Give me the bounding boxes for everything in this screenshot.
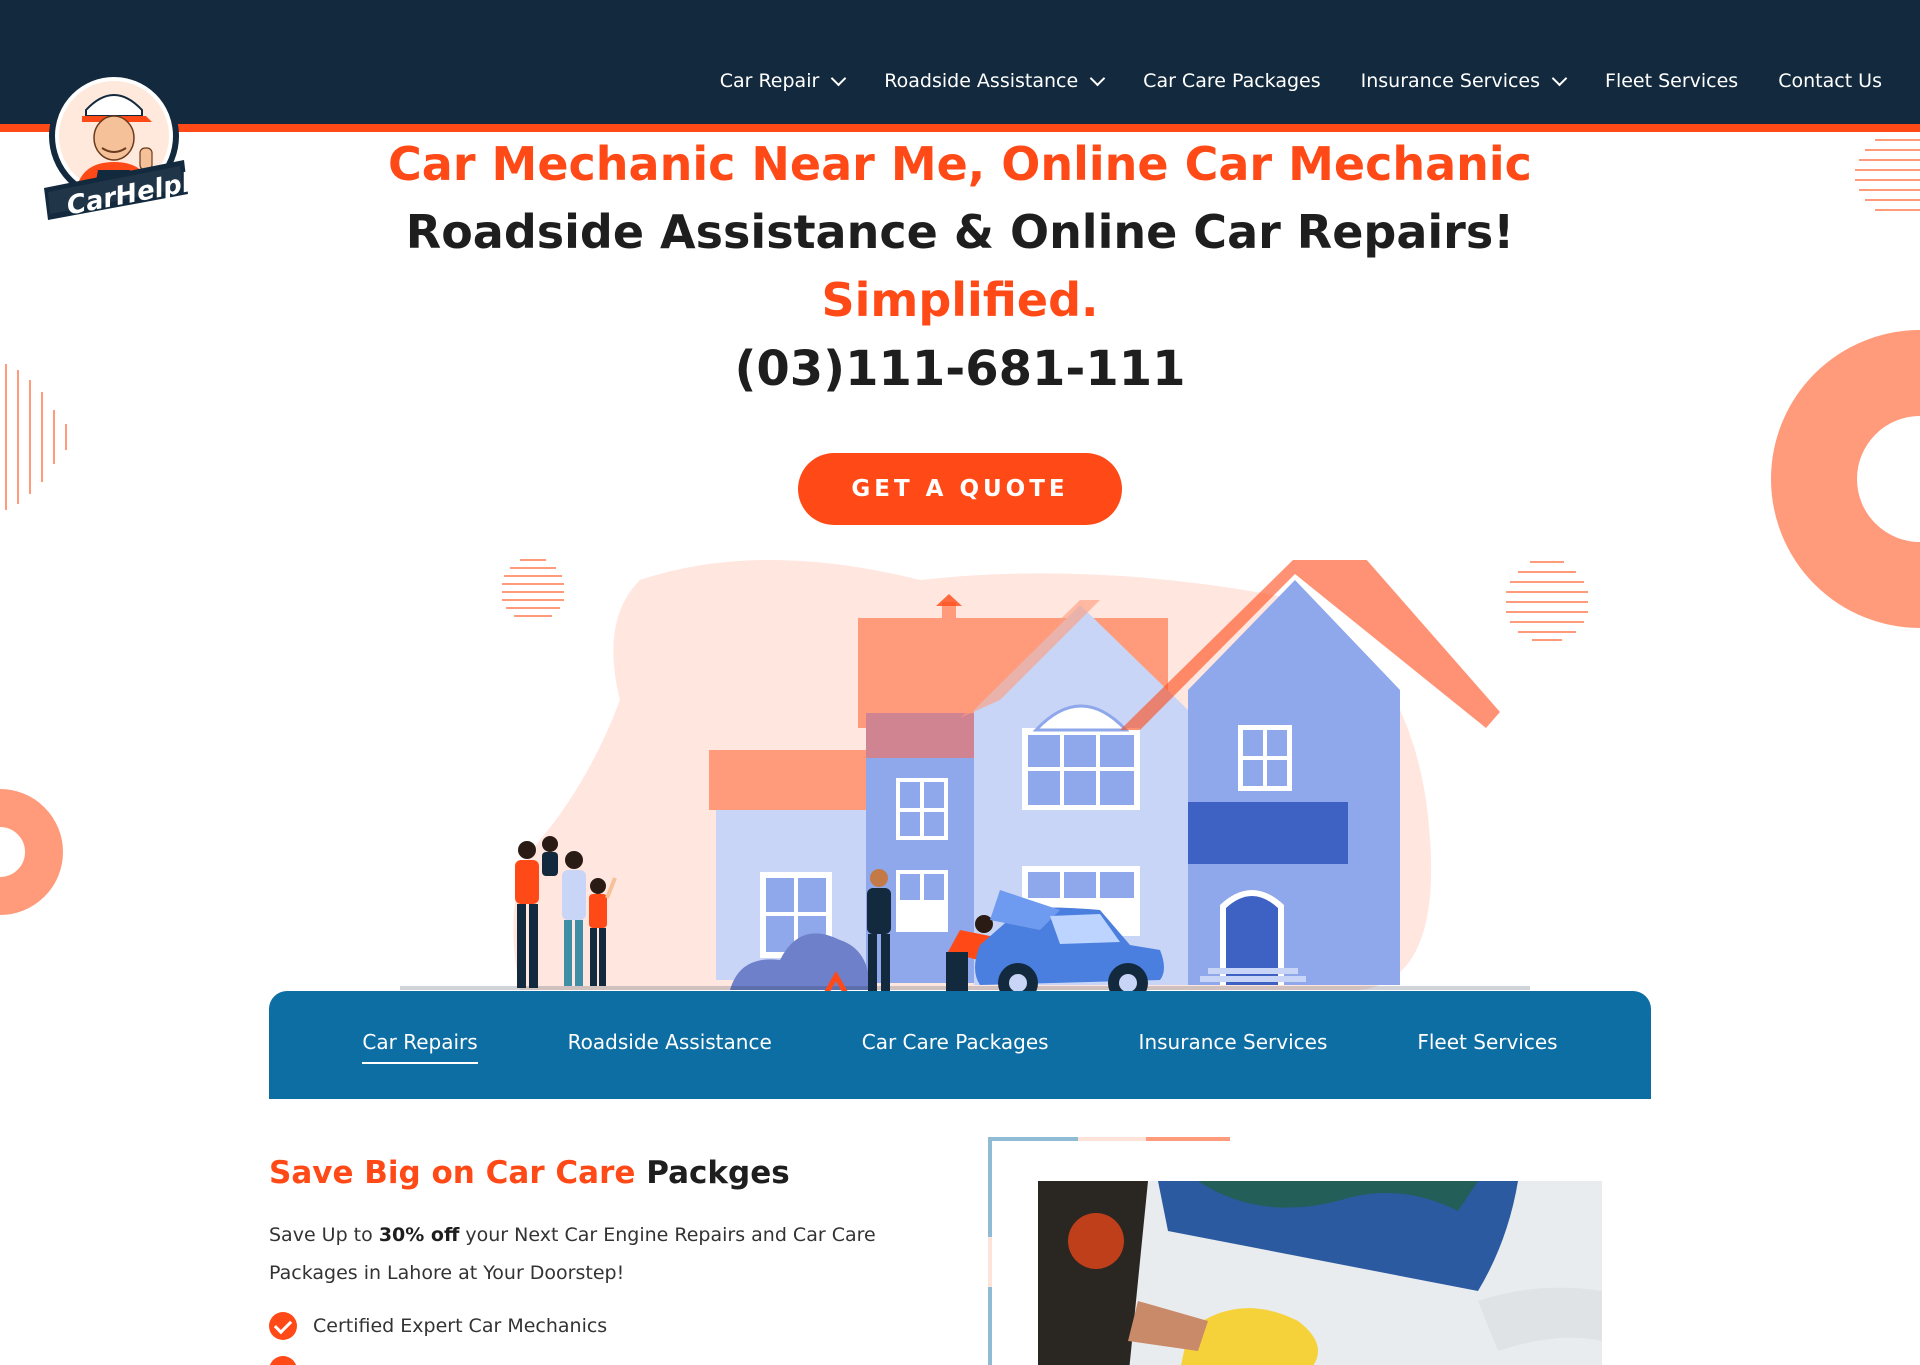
section-title-rest: Packges — [646, 1155, 790, 1191]
desc-prefix: Save Up to — [269, 1224, 379, 1246]
chevron-down-icon — [1551, 70, 1568, 86]
hero-phone-number[interactable]: (03)111-681-111 — [0, 334, 1920, 404]
tab-fleet-services[interactable]: Fleet Services — [1417, 1030, 1557, 1060]
top-navigation-bar — [0, 0, 1920, 124]
hero-line-2: Roadside Assistance & Online Car Repairs… — [405, 205, 1515, 259]
feature-item-partial — [269, 1356, 313, 1365]
get-a-quote-button[interactable]: GET A QUOTE — [798, 453, 1122, 525]
hero-house-illustration — [400, 560, 1530, 1009]
main-navigation: Car Repair Roadside Assistance Car Care … — [680, 70, 1882, 92]
tab-insurance-services[interactable]: Insurance Services — [1139, 1030, 1328, 1060]
hero-line-1: Car Mechanic Near Me, Online Car Mechani… — [388, 137, 1532, 191]
tab-roadside-assistance[interactable]: Roadside Assistance — [568, 1030, 772, 1060]
nav-item-insurance-services[interactable]: Insurance Services — [1360, 70, 1568, 92]
service-tabs: Car Repairs Roadside Assistance Car Care… — [269, 991, 1651, 1099]
car-washing-photo — [1038, 1181, 1602, 1365]
section-description: Save Up to 30% off your Next Car Engine … — [269, 1216, 889, 1292]
nav-label: Roadside Assistance — [884, 70, 1079, 92]
section-title-highlight: Save Big on Car Care — [269, 1155, 636, 1191]
nav-label: Contact Us — [1778, 70, 1882, 92]
nav-item-car-care-packages[interactable]: Car Care Packages — [1143, 70, 1320, 92]
feature-item: Certified Expert Car Mechanics — [269, 1312, 607, 1340]
check-circle-icon — [269, 1356, 297, 1365]
feature-label: Certified Expert Car Mechanics — [313, 1315, 608, 1337]
nav-item-fleet-services[interactable]: Fleet Services — [1605, 70, 1738, 92]
tab-car-care-packages[interactable]: Car Care Packages — [862, 1030, 1049, 1060]
nav-item-roadside-assistance[interactable]: Roadside Assistance — [884, 70, 1106, 92]
nav-label: Car Repair — [719, 70, 820, 92]
nav-item-car-repair[interactable]: Car Repair — [719, 70, 847, 92]
hero-heading: Car Mechanic Near Me, Online Car Mechani… — [0, 130, 1920, 404]
chevron-down-icon — [831, 70, 847, 86]
nav-item-contact-us[interactable]: Contact Us — [1778, 70, 1882, 92]
hero-line-3: Simplified. — [821, 273, 1099, 327]
nav-label: Insurance Services — [1360, 70, 1541, 92]
desc-discount: 30% off — [378, 1224, 460, 1246]
nav-label: Car Care Packages — [1143, 70, 1321, 92]
check-circle-icon — [269, 1312, 297, 1340]
tab-car-repairs[interactable]: Car Repairs — [362, 1030, 478, 1064]
decor-ring-left — [0, 789, 63, 915]
chevron-down-icon — [1089, 70, 1106, 86]
section-title: Save Big on Car Care Packges — [269, 1155, 790, 1191]
nav-label: Fleet Services — [1605, 70, 1739, 92]
